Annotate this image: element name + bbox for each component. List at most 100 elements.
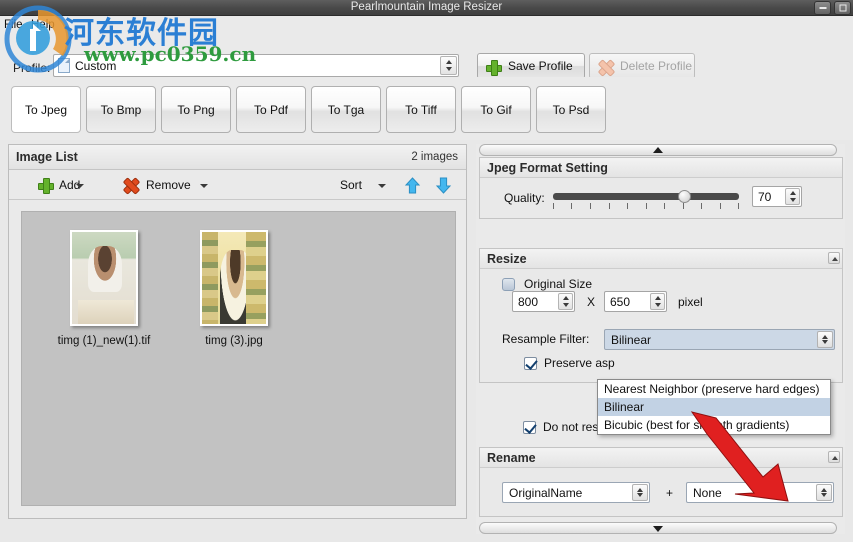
chevron-down-icon bbox=[653, 526, 663, 532]
resize-section-header: Resize bbox=[480, 249, 842, 269]
resample-combobox-arrows[interactable] bbox=[817, 331, 833, 348]
rename-suffix-combobox-arrows[interactable] bbox=[816, 484, 832, 501]
chevron-down-icon bbox=[445, 67, 452, 71]
height-stepper[interactable] bbox=[650, 293, 665, 310]
remove-button[interactable]: Remove bbox=[146, 178, 191, 192]
slider-thumb[interactable] bbox=[678, 190, 691, 203]
resize-collapse-button[interactable] bbox=[828, 252, 840, 264]
chevron-up-icon bbox=[789, 191, 796, 195]
add-dropdown-caret-icon[interactable] bbox=[76, 184, 84, 188]
rename-base-value: OriginalName bbox=[509, 486, 583, 500]
dropdown-option-nearest-neighbor[interactable]: Nearest Neighbor (preserve hard edges) bbox=[598, 380, 830, 398]
thumbnail-image[interactable] bbox=[70, 230, 138, 326]
chevron-up-icon bbox=[821, 488, 827, 492]
jpeg-section-title: Jpeg Format Setting bbox=[487, 161, 608, 175]
image-list-title: Image List bbox=[16, 150, 78, 164]
resize-section: Resize Original Size 800 X 650 pixel Res… bbox=[479, 248, 843, 383]
document-icon bbox=[58, 58, 70, 73]
window-titlebar: Pearlmountain Image Resizer bbox=[0, 0, 853, 16]
image-list-panel: Image List 2 images Add Remove Sort timg… bbox=[8, 144, 467, 519]
height-value: 650 bbox=[610, 295, 631, 309]
rename-base-combobox[interactable]: OriginalName bbox=[502, 482, 650, 503]
pixel-unit-label: pixel bbox=[678, 295, 703, 309]
delete-profile-label: Delete Profile bbox=[620, 59, 693, 73]
width-field[interactable]: 800 bbox=[512, 291, 575, 312]
format-button-to-psd[interactable]: To Psd bbox=[536, 86, 606, 133]
format-button-to-gif[interactable]: To Gif bbox=[461, 86, 531, 133]
format-button-to-pdf[interactable]: To Pdf bbox=[236, 86, 306, 133]
format-button-to-bmp[interactable]: To Bmp bbox=[86, 86, 156, 133]
preserve-aspect-checkbox[interactable] bbox=[524, 357, 537, 370]
list-item[interactable]: timg (3).jpg bbox=[174, 230, 294, 347]
add-plus-icon bbox=[38, 178, 54, 194]
height-field[interactable]: 650 bbox=[604, 291, 667, 312]
thumbnail-filename: timg (3).jpg bbox=[205, 335, 263, 347]
delete-x-icon bbox=[598, 60, 612, 74]
format-button-to-tiff[interactable]: To Tiff bbox=[386, 86, 456, 133]
profile-toolbar: Profile: Custom Save Profile Delete Prof… bbox=[0, 35, 853, 79]
width-value: 800 bbox=[518, 295, 539, 309]
do-not-resize-checkbox[interactable] bbox=[523, 421, 536, 434]
menu-item-file[interactable]: File bbox=[1, 18, 26, 33]
rename-section-title: Rename bbox=[487, 451, 536, 465]
profile-value: Custom bbox=[75, 59, 117, 73]
resample-filter-value: Bilinear bbox=[611, 333, 652, 347]
original-size-label: Original Size bbox=[524, 277, 593, 291]
chevron-up-icon bbox=[445, 60, 452, 64]
minimize-button[interactable] bbox=[814, 1, 831, 15]
jpeg-section-header: Jpeg Format Setting bbox=[480, 158, 842, 178]
width-stepper[interactable] bbox=[558, 293, 573, 310]
format-button-to-tga[interactable]: To Tga bbox=[311, 86, 381, 133]
minimize-icon bbox=[819, 7, 826, 9]
save-profile-button[interactable]: Save Profile bbox=[477, 53, 585, 79]
arrow-down-icon[interactable] bbox=[434, 176, 453, 195]
quality-stepper[interactable] bbox=[785, 188, 800, 205]
sort-button[interactable]: Sort bbox=[340, 178, 362, 192]
arrow-up-icon[interactable] bbox=[403, 176, 422, 195]
scroll-up-button[interactable] bbox=[479, 144, 837, 156]
image-list-header: Image List 2 images bbox=[9, 145, 466, 170]
quality-slider[interactable] bbox=[553, 190, 739, 209]
delete-profile-button[interactable]: Delete Profile bbox=[589, 53, 695, 79]
dimension-separator: X bbox=[587, 295, 596, 309]
rename-base-combobox-arrows[interactable] bbox=[632, 484, 648, 501]
slider-track bbox=[553, 193, 739, 200]
preserve-aspect-label: Preserve asp bbox=[544, 356, 615, 370]
plus-icon bbox=[486, 60, 502, 76]
chevron-up-icon bbox=[637, 488, 643, 492]
chevron-up-icon bbox=[822, 335, 828, 339]
thumbnail-image[interactable] bbox=[200, 230, 268, 326]
original-size-radio[interactable] bbox=[502, 278, 515, 291]
resample-filter-label: Resample Filter: bbox=[502, 332, 590, 346]
menubar: File Help bbox=[0, 16, 853, 35]
chevron-up-icon bbox=[654, 296, 661, 300]
format-button-to-jpeg[interactable]: To Jpeg bbox=[11, 86, 81, 133]
chevron-up-icon bbox=[653, 147, 663, 153]
save-profile-label: Save Profile bbox=[508, 59, 573, 73]
rename-collapse-button[interactable] bbox=[828, 451, 840, 463]
maximize-button[interactable] bbox=[834, 1, 851, 15]
slider-ticks bbox=[553, 203, 739, 209]
chevron-up-icon bbox=[562, 296, 569, 300]
scroll-down-button[interactable] bbox=[479, 522, 837, 534]
list-item[interactable]: timg (1)_new(1).tif bbox=[44, 230, 164, 347]
menu-item-help[interactable]: Help bbox=[28, 18, 58, 33]
thumbnail-area[interactable]: timg (1)_new(1).tif timg (3).jpg bbox=[21, 211, 456, 506]
sort-dropdown-caret-icon[interactable] bbox=[378, 184, 386, 188]
thumbnail-filename: timg (1)_new(1).tif bbox=[57, 335, 151, 347]
quality-spinner[interactable]: 70 bbox=[752, 186, 802, 207]
window-title: Pearlmountain Image Resizer bbox=[350, 1, 503, 13]
profile-combobox[interactable]: Custom bbox=[53, 54, 459, 77]
format-button-row: To Jpeg To Bmp To Png To Pdf To Tga To T… bbox=[0, 77, 853, 140]
red-pointer-arrow bbox=[690, 411, 789, 502]
image-list-toolbar: Add Remove Sort bbox=[9, 170, 466, 200]
maximize-icon bbox=[839, 4, 846, 12]
format-button-to-png[interactable]: To Png bbox=[161, 86, 231, 133]
resize-section-title: Resize bbox=[487, 252, 527, 266]
remove-x-icon bbox=[123, 178, 137, 192]
chevron-down-icon bbox=[821, 493, 827, 497]
image-count-label: 2 images bbox=[411, 151, 458, 163]
remove-dropdown-caret-icon[interactable] bbox=[200, 184, 208, 188]
profile-spinner-buttons[interactable] bbox=[440, 56, 457, 75]
resample-filter-combobox[interactable]: Bilinear bbox=[604, 329, 835, 350]
